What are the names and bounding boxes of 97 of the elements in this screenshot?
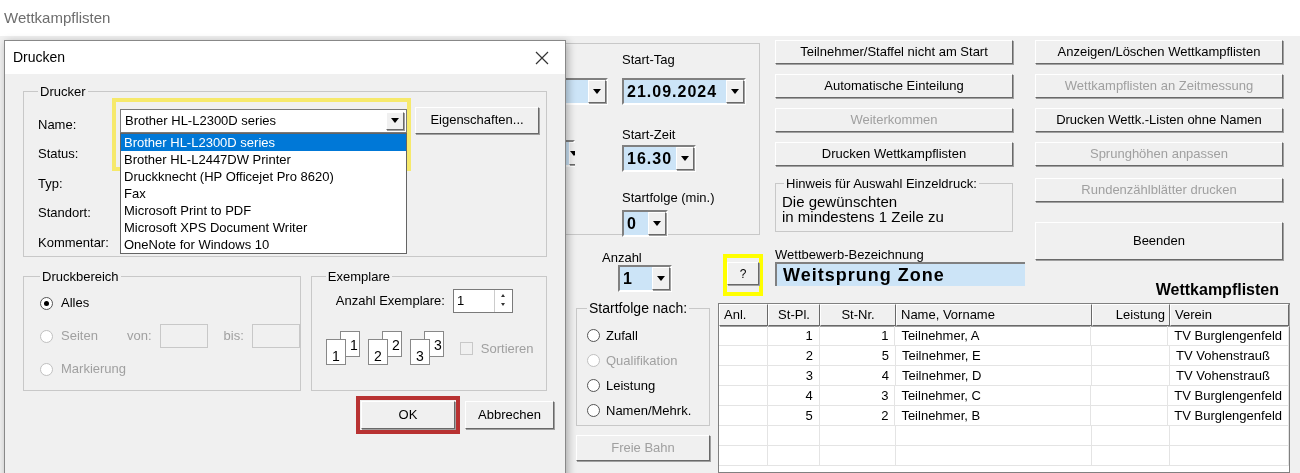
page-icon: 1 — [325, 338, 346, 365]
column-header[interactable]: Verein — [1170, 304, 1289, 326]
hint-text: in mindestens 1 Zeile zu — [782, 208, 945, 224]
group-title: Druckbereich — [41, 268, 120, 286]
cancel-button[interactable]: Abbrechen — [465, 401, 554, 429]
printer-option[interactable]: Microsoft XPS Document Writer — [121, 218, 406, 236]
table-cell: Teilnehmer, D — [896, 366, 1092, 385]
table-cell: Teilnehmer, C — [895, 386, 1091, 405]
page-icon: 2 — [367, 338, 388, 365]
radio-button[interactable] — [587, 379, 600, 392]
table-title: Wettkampflisten — [1155, 282, 1279, 298]
ok-button[interactable]: OK — [361, 401, 455, 429]
table-cell: 4 — [820, 366, 896, 385]
table-cell: TV Vohenstrauß — [1170, 366, 1289, 385]
action-button[interactable]: Anzeigen/Löschen Wettkampflisten — [1035, 40, 1283, 64]
dropdown[interactable]: 0 — [622, 210, 668, 237]
printer-option[interactable]: Fax — [121, 184, 406, 202]
radio-label: Qualifikation — [606, 351, 678, 370]
field-label: bis: — [223, 327, 244, 346]
properties-button[interactable]: Eigenschaften... — [415, 106, 539, 134]
field-label: Typ: — [38, 174, 64, 193]
field-label: Kommentar: — [38, 233, 110, 252]
window-title: Wettkampflisten — [4, 7, 111, 28]
action-button[interactable]: Teilnehmer/Staffel nicht am Start — [775, 40, 1013, 64]
field-label: Standort: — [38, 204, 92, 222]
group-title: Exemplare — [326, 268, 391, 286]
action-button[interactable]: Automatische Einteilung — [775, 74, 1013, 98]
field-label: Wettbewerb-Bezeichnung — [775, 246, 925, 261]
table-cell: 1 — [819, 326, 896, 345]
printer-combobox[interactable]: Brother HL-L2300D series — [120, 108, 407, 133]
dropdown-arrow-icon — [681, 156, 689, 161]
radio-label: Alles — [61, 294, 91, 313]
help-button[interactable]: ? — [727, 262, 759, 285]
field-label: Name: — [38, 115, 78, 134]
close-icon[interactable] — [535, 50, 549, 65]
radio-label: Namen/Mehrk. — [606, 401, 692, 420]
radio-button[interactable] — [587, 404, 600, 417]
field-label: Startfolge (min.) — [622, 189, 716, 204]
table-cell: TV Burglengenfeld — [1168, 326, 1289, 345]
table-cell: 1 — [767, 326, 820, 345]
field-label: Start-Zeit — [622, 126, 677, 141]
group-title: Startfolge nach: — [588, 299, 689, 318]
printer-option[interactable]: OneNote for Windows 10 — [121, 235, 406, 253]
printer-option[interactable]: Brother HL-L2300D series — [121, 133, 406, 151]
table-cell: TV Vohenstrauß — [1170, 346, 1289, 365]
dropdown[interactable]: 21.09.2024 — [622, 78, 746, 105]
printer-option[interactable]: Brother HL-L2447DW Printer — [121, 150, 406, 168]
radio-button[interactable] — [40, 296, 53, 310]
radio-button[interactable] — [587, 329, 600, 342]
radio-label: Zufall — [606, 326, 638, 345]
table-cell: 4 — [767, 386, 820, 405]
radio-label: Markierung — [61, 360, 127, 379]
dropdown[interactable]: 1 — [618, 265, 672, 292]
action-button[interactable]: Drucken Wettk.-Listen ohne Namen — [1035, 108, 1283, 132]
competition-field[interactable]: Weitsprung Zone — [775, 262, 1025, 286]
column-header[interactable]: Anl. — [719, 304, 768, 326]
table-cell: 5 — [820, 346, 896, 365]
table-cell: 5 — [767, 406, 820, 425]
table-cell: TV Burglengenfeld — [1168, 406, 1289, 425]
dropdown-arrow-icon — [657, 276, 665, 281]
radio-label: Seiten — [61, 327, 99, 346]
input-field[interactable] — [251, 324, 300, 348]
table-cell: Teilnehmer, B — [895, 406, 1091, 425]
field-label: Status: — [38, 145, 80, 163]
column-header[interactable]: Name, Vorname — [896, 304, 1092, 326]
field-label: von: — [127, 327, 152, 346]
field-label: Anzahl Exemplare: — [335, 291, 445, 310]
input-field[interactable] — [159, 324, 208, 348]
table-cell: Teilnehmer, E — [896, 346, 1092, 365]
table-cell: 2 — [768, 346, 820, 365]
printer-option[interactable]: Druckknecht (HP Officejet Pro 8620) — [121, 167, 406, 185]
dropdown-arrow-icon — [653, 221, 661, 226]
column-header[interactable]: St-Pl. — [768, 304, 820, 326]
table-cell: 3 — [768, 366, 820, 385]
dialog-title: Drucken — [13, 48, 66, 67]
table-cell: Teilnehmer, A — [895, 326, 1091, 345]
column-header[interactable]: St-Nr. — [820, 304, 896, 326]
table-cell: TV Burglengenfeld — [1168, 386, 1289, 405]
group-title: Hinweis für Auswahl Einzeldruck: — [785, 175, 978, 193]
action-button[interactable]: Drucken Wettkampflisten — [775, 142, 1013, 166]
radio-label: Leistung — [606, 376, 656, 395]
page-icon: 3 — [409, 338, 430, 365]
dropdown-arrow-icon — [593, 89, 601, 94]
field-label: Start-Tag — [622, 51, 676, 66]
copies-spinbox[interactable]: 1 — [452, 288, 513, 313]
checkbox-label: Sortieren — [480, 339, 534, 358]
dropdown-arrow-icon — [731, 89, 739, 94]
action-button[interactable]: Beenden — [1035, 222, 1283, 260]
dropdown[interactable]: 16.30 — [622, 145, 696, 172]
column-header[interactable]: Leistung — [1092, 304, 1170, 326]
group-title: Drucker — [39, 83, 87, 101]
table-cell: 3 — [819, 386, 896, 405]
dropdown-arrow-icon — [391, 118, 399, 123]
hint-text: Die gewünschten — [782, 193, 899, 209]
field-label: Anzahl — [602, 249, 643, 264]
printer-option[interactable]: Microsoft Print to PDF — [121, 201, 406, 219]
table-cell: 2 — [819, 406, 896, 425]
